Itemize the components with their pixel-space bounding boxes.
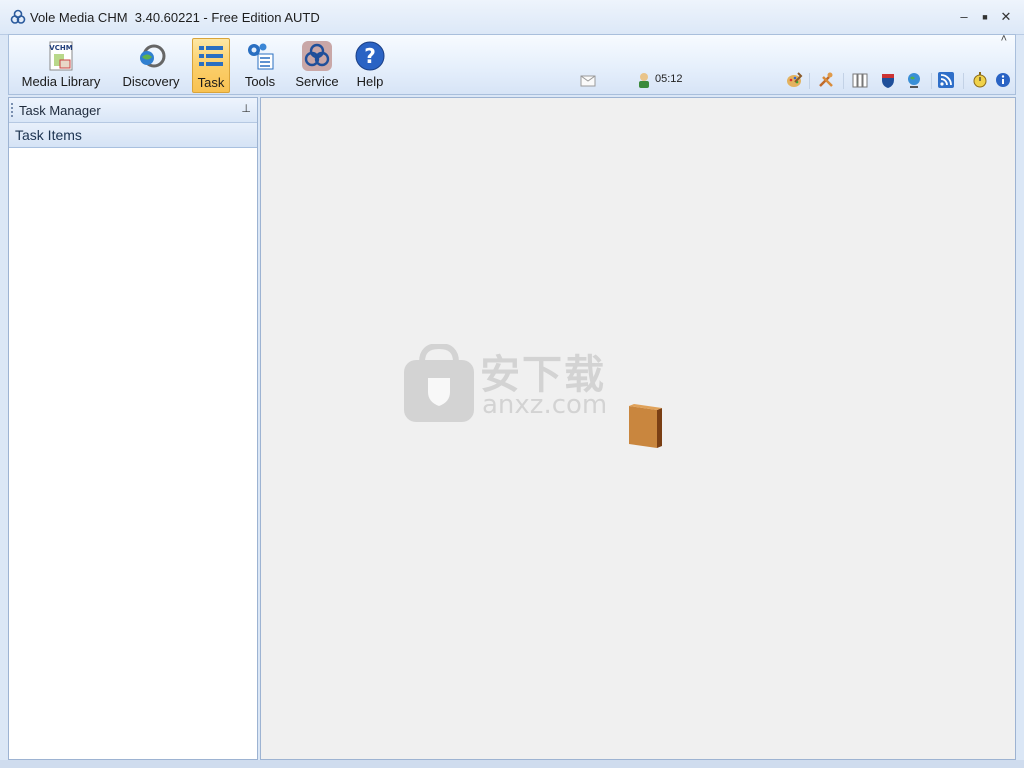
envelope-icon[interactable] bbox=[579, 71, 597, 89]
discovery-globe-icon bbox=[140, 44, 166, 68]
title-bar: Vole Media CHM 3.40.60221 - Free Edition… bbox=[0, 0, 1024, 35]
app-logo-icon bbox=[10, 9, 26, 24]
task-items-label: Task Items bbox=[15, 127, 82, 143]
ribbon-toolbar: ˄ VCHM Media Library Discovery Task Tool… bbox=[8, 33, 1016, 95]
collapse-ribbon-button[interactable]: ˄ bbox=[1001, 33, 1007, 45]
maximize-button[interactable]: ■ bbox=[975, 7, 995, 27]
task-button[interactable]: Task bbox=[192, 38, 230, 93]
user-clock-icon[interactable] bbox=[635, 71, 653, 89]
tools-label: Tools bbox=[244, 74, 276, 89]
service-logo-icon bbox=[302, 41, 332, 71]
close-button[interactable]: ✕ bbox=[996, 7, 1016, 27]
book-icon bbox=[629, 404, 662, 448]
task-items-section[interactable]: Task Items bbox=[9, 123, 257, 148]
discovery-button[interactable]: Discovery bbox=[113, 38, 189, 93]
tools-icon[interactable] bbox=[817, 71, 835, 89]
status-strip: 05:12 bbox=[579, 69, 1010, 93]
task-manager-title: Task Manager bbox=[19, 103, 101, 118]
task-list-icon bbox=[199, 46, 223, 66]
window-title: Vole Media CHM 3.40.60221 - Free Edition… bbox=[30, 10, 320, 25]
books-icon[interactable] bbox=[851, 71, 869, 89]
globe-icon[interactable] bbox=[905, 71, 923, 89]
main-content-area: 安下载 anxz.com bbox=[260, 97, 1016, 760]
help-question-icon: ? bbox=[355, 41, 385, 71]
highway-icon[interactable] bbox=[879, 71, 897, 89]
window-bottom-edge bbox=[0, 760, 1024, 768]
gears-checklist-icon bbox=[248, 43, 274, 70]
help-label: Help bbox=[356, 74, 384, 89]
task-label: Task bbox=[197, 75, 225, 90]
task-manager-header: Task Manager ⊥ bbox=[9, 98, 257, 123]
clock-display: 05:12 bbox=[655, 73, 683, 85]
service-button[interactable]: Service bbox=[289, 38, 345, 93]
rss-icon[interactable] bbox=[937, 71, 955, 89]
vchm-book-icon: VCHM bbox=[49, 41, 73, 71]
watermark-en: anxz.com bbox=[482, 390, 608, 420]
watermark: 安下载 anxz.com bbox=[404, 342, 664, 422]
palette-icon[interactable] bbox=[785, 71, 803, 89]
task-manager-panel: Task Manager ⊥ Task Items bbox=[8, 97, 258, 760]
media-library-button[interactable]: VCHM Media Library bbox=[15, 38, 107, 93]
minimize-button[interactable]: – bbox=[954, 7, 974, 27]
shield-bag-icon bbox=[404, 344, 474, 422]
svg-text:VCHM: VCHM bbox=[49, 44, 72, 52]
stopwatch-icon[interactable] bbox=[971, 71, 989, 89]
svg-text:?: ? bbox=[364, 44, 376, 68]
media-library-label: Media Library bbox=[21, 74, 101, 89]
help-button[interactable]: ? Help bbox=[347, 38, 393, 93]
service-label: Service bbox=[295, 74, 339, 89]
discovery-label: Discovery bbox=[122, 74, 180, 89]
info-icon[interactable] bbox=[995, 71, 1013, 89]
pin-icon[interactable]: ⊥ bbox=[241, 102, 251, 115]
tools-button[interactable]: Tools bbox=[237, 38, 283, 93]
drag-grip-icon[interactable] bbox=[11, 103, 13, 117]
